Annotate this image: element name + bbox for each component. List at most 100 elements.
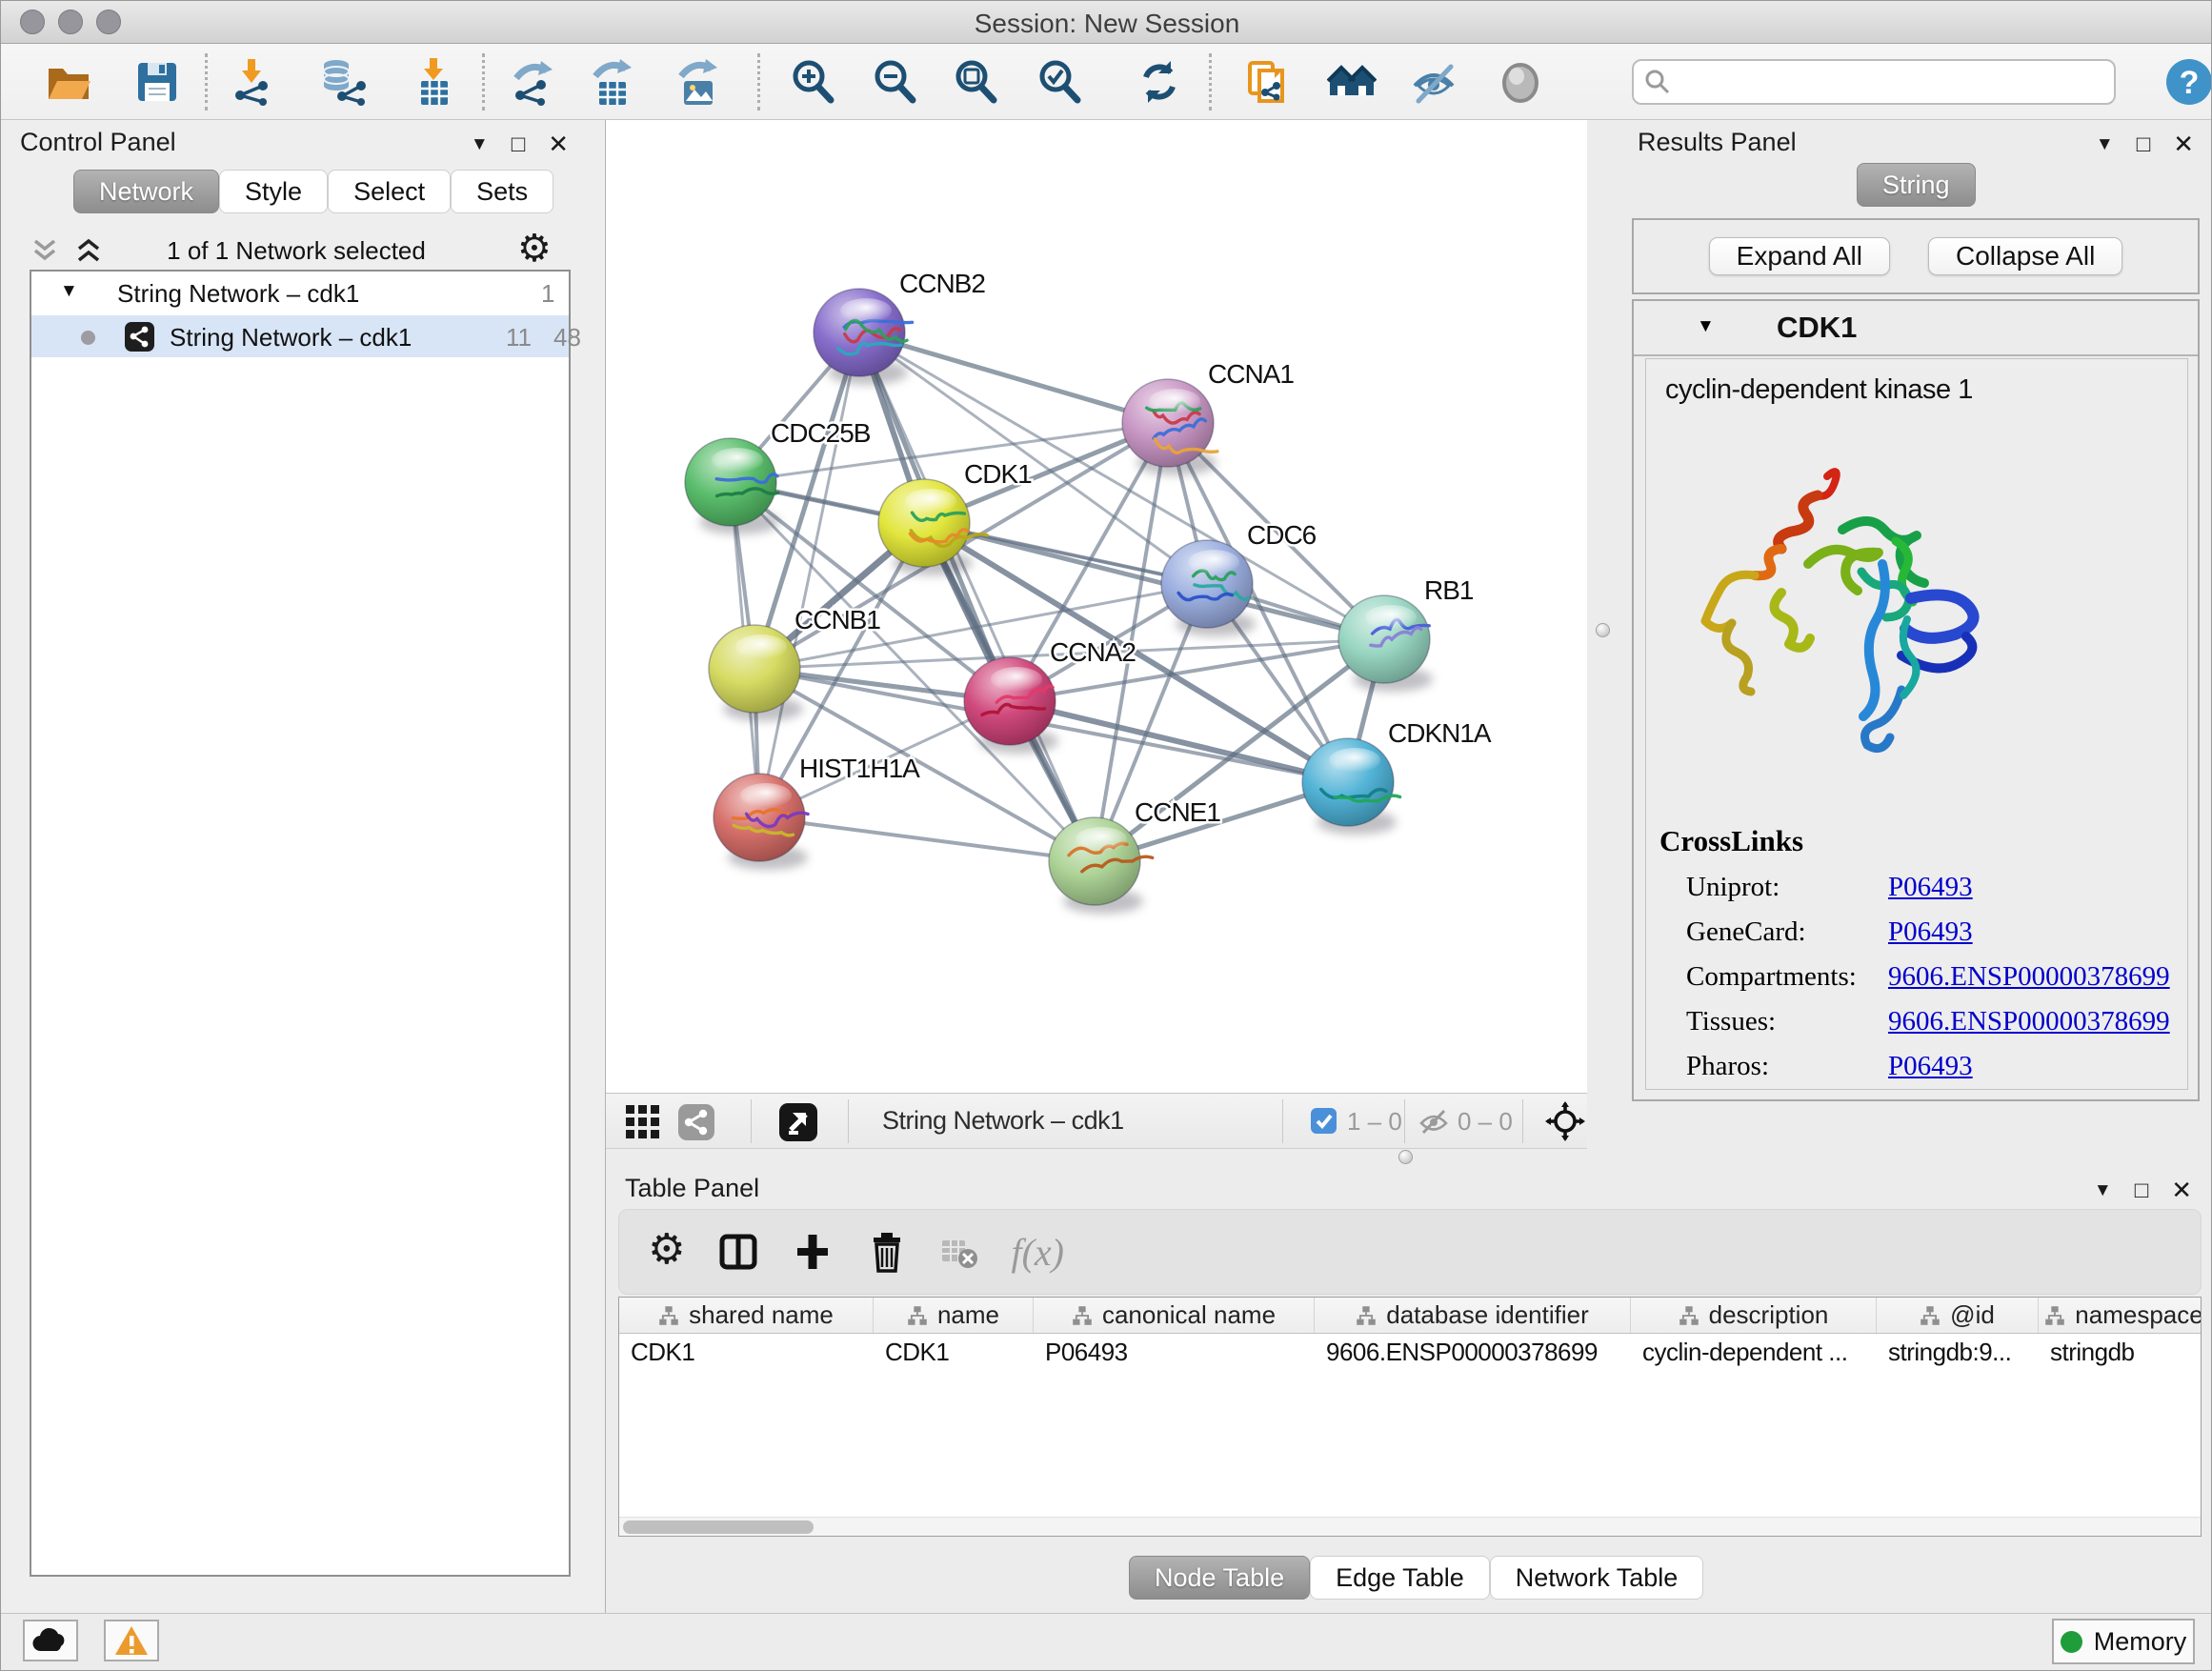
table-cell[interactable]: 9606.ENSP00000378699	[1315, 1334, 1631, 1372]
table-header-row: shared namenamecanonical namedatabase id…	[619, 1298, 2201, 1334]
export-image-icon[interactable]	[674, 57, 723, 107]
column-header-database-identifier[interactable]: database identifier	[1315, 1298, 1631, 1333]
tab-network-table[interactable]: Network Table	[1490, 1556, 1704, 1600]
table-cell[interactable]: CDK1	[619, 1334, 874, 1372]
delete-column-trash-icon[interactable]	[866, 1231, 908, 1273]
import-network-database-icon[interactable]	[319, 57, 369, 107]
grid-view-icon[interactable]	[625, 1104, 661, 1140]
panel-close-icon[interactable]: ✕	[2171, 1176, 2192, 1205]
column-header-namespace[interactable]: namespace	[2039, 1298, 2202, 1333]
selected-checkbox-icon[interactable]	[1311, 1108, 1337, 1134]
network-edge[interactable]	[759, 332, 859, 817]
network-collection-row[interactable]: ▼ String Network – cdk1 1	[31, 272, 569, 315]
tab-edge-table[interactable]: Edge Table	[1310, 1556, 1490, 1600]
network-node-rb1[interactable]: RB1	[1338, 575, 1474, 692]
crosslink-link[interactable]: 9606.ENSP00000378699	[1888, 1006, 2170, 1037]
collapse-all-icon[interactable]	[30, 238, 60, 265]
table-cell[interactable]: stringdb	[2039, 1334, 2202, 1372]
show-columns-icon[interactable]	[717, 1231, 759, 1273]
panel-float-icon[interactable]: ▼	[471, 134, 489, 155]
import-network-file-icon[interactable]	[227, 57, 276, 107]
network-node-ccna1[interactable]: CCNA1	[1122, 359, 1294, 475]
tab-select[interactable]: Select	[328, 170, 451, 213]
protein-structure-image	[1675, 450, 1989, 774]
save-session-icon[interactable]	[132, 57, 182, 107]
shared-column-icon	[1356, 1305, 1377, 1326]
network-node-ccnb2[interactable]: CCNB2	[814, 269, 985, 385]
export-table-icon[interactable]	[588, 57, 637, 107]
column-header--id[interactable]: @id	[1877, 1298, 2039, 1333]
network-node-cdkn1a[interactable]: CDKN1A	[1302, 718, 1492, 835]
birdseye-crosshair-icon[interactable]	[1545, 1101, 1585, 1141]
hide-details-eye-slash-icon[interactable]	[1409, 57, 1458, 107]
table-cell[interactable]: stringdb:9...	[1877, 1334, 2039, 1372]
network-row[interactable]: String Network – cdk1 11 48	[31, 315, 569, 357]
export-network-icon[interactable]	[509, 57, 558, 107]
column-header-canonical-name[interactable]: canonical name	[1034, 1298, 1315, 1333]
show-details-eye-icon[interactable]	[1496, 57, 1545, 107]
network-canvas[interactable]: CCNB2CCNA1CDC25BCDK1CDC6RB1CCNB1CCNA2CDK…	[606, 120, 1587, 1094]
table-cell[interactable]: cyclin-dependent ...	[1631, 1334, 1877, 1372]
panel-close-icon[interactable]: ✕	[2173, 130, 2194, 159]
tab-network[interactable]: Network	[73, 170, 219, 213]
crosslink-link[interactable]: 9606.ENSP00000378699	[1888, 961, 2170, 993]
crosslink-link[interactable]: P06493	[1888, 872, 1973, 903]
table-row[interactable]: CDK1CDK1P064939606.ENSP00000378699cyclin…	[619, 1334, 2201, 1372]
zoom-in-icon[interactable]	[788, 57, 837, 107]
table-cell[interactable]: CDK1	[874, 1334, 1034, 1372]
panel-float-icon[interactable]: ▼	[2096, 134, 2114, 155]
import-table-icon[interactable]	[409, 57, 458, 107]
column-header-shared-name[interactable]: shared name	[619, 1298, 874, 1333]
panel-maximize-icon[interactable]: □	[512, 131, 526, 158]
horizontal-splitter[interactable]	[606, 1149, 2212, 1166]
memory-button[interactable]: Memory	[2052, 1619, 2195, 1664]
cloud-status-button[interactable]	[23, 1620, 78, 1661]
home-networks-icon[interactable]	[1327, 57, 1377, 107]
zoom-selected-icon[interactable]	[1035, 57, 1084, 107]
tab-node-table[interactable]: Node Table	[1129, 1556, 1310, 1600]
column-header-description[interactable]: description	[1631, 1298, 1877, 1333]
gene-caret-icon[interactable]: ▼	[1697, 316, 1715, 337]
network-node-cdc6[interactable]: CDC6	[1161, 520, 1317, 636]
vertical-splitter[interactable]	[1587, 120, 1619, 1149]
add-column-icon[interactable]	[792, 1231, 834, 1273]
gene-section-header[interactable]: ▼ CDK1	[1634, 301, 2198, 356]
zoom-out-icon[interactable]	[870, 57, 919, 107]
panel-maximize-icon[interactable]: □	[2135, 1178, 2149, 1204]
collapse-all-button[interactable]: Collapse All	[1928, 237, 2122, 275]
tab-sets[interactable]: Sets	[451, 170, 553, 213]
column-header-name[interactable]: name	[874, 1298, 1034, 1333]
zoom-fit-icon[interactable]	[951, 57, 1000, 107]
network-share-icon	[125, 322, 154, 352]
network-node-hist1h1a[interactable]: HIST1H1A	[714, 754, 920, 870]
table-panel: Table Panel ▼ □ ✕ ⚙ f(x) shared namename…	[606, 1166, 2212, 1613]
results-panel: Results Panel ▼ □ ✕ String Expand All Co…	[1619, 120, 2212, 1149]
network-edge[interactable]	[759, 817, 1095, 861]
search-input[interactable]	[1672, 67, 2091, 98]
crosslink-link[interactable]: P06493	[1888, 916, 1973, 948]
network-options-gear-icon[interactable]: ⚙	[517, 227, 552, 271]
crosslink-link[interactable]: P06493	[1888, 1051, 1973, 1082]
open-session-icon[interactable]	[44, 57, 93, 107]
refresh-layout-icon[interactable]	[1135, 57, 1184, 107]
expand-all-button[interactable]: Expand All	[1709, 237, 1890, 275]
scrollbar-thumb[interactable]	[623, 1520, 814, 1534]
tab-string[interactable]: String	[1857, 163, 1976, 207]
table-cell[interactable]: P06493	[1034, 1334, 1315, 1372]
table-horizontal-scrollbar[interactable]	[619, 1517, 2201, 1536]
network-edge[interactable]	[859, 332, 1168, 423]
detach-view-icon[interactable]	[779, 1103, 817, 1141]
table-options-gear-icon[interactable]: ⚙	[648, 1225, 685, 1274]
help-icon[interactable]: ?	[2164, 57, 2212, 107]
panel-maximize-icon[interactable]: □	[2137, 131, 2151, 158]
toolbar-search[interactable]	[1632, 59, 2116, 105]
expand-all-icon[interactable]	[73, 238, 104, 265]
tree-caret-icon[interactable]: ▼	[60, 281, 78, 302]
clipboard-network-icon[interactable]	[1242, 57, 1292, 107]
delete-table-icon	[940, 1233, 978, 1271]
network-share-view-icon[interactable]	[678, 1104, 714, 1140]
warning-status-button[interactable]	[104, 1620, 159, 1661]
tab-style[interactable]: Style	[219, 170, 328, 213]
panel-float-icon[interactable]: ▼	[2094, 1180, 2112, 1201]
panel-close-icon[interactable]: ✕	[548, 130, 569, 159]
